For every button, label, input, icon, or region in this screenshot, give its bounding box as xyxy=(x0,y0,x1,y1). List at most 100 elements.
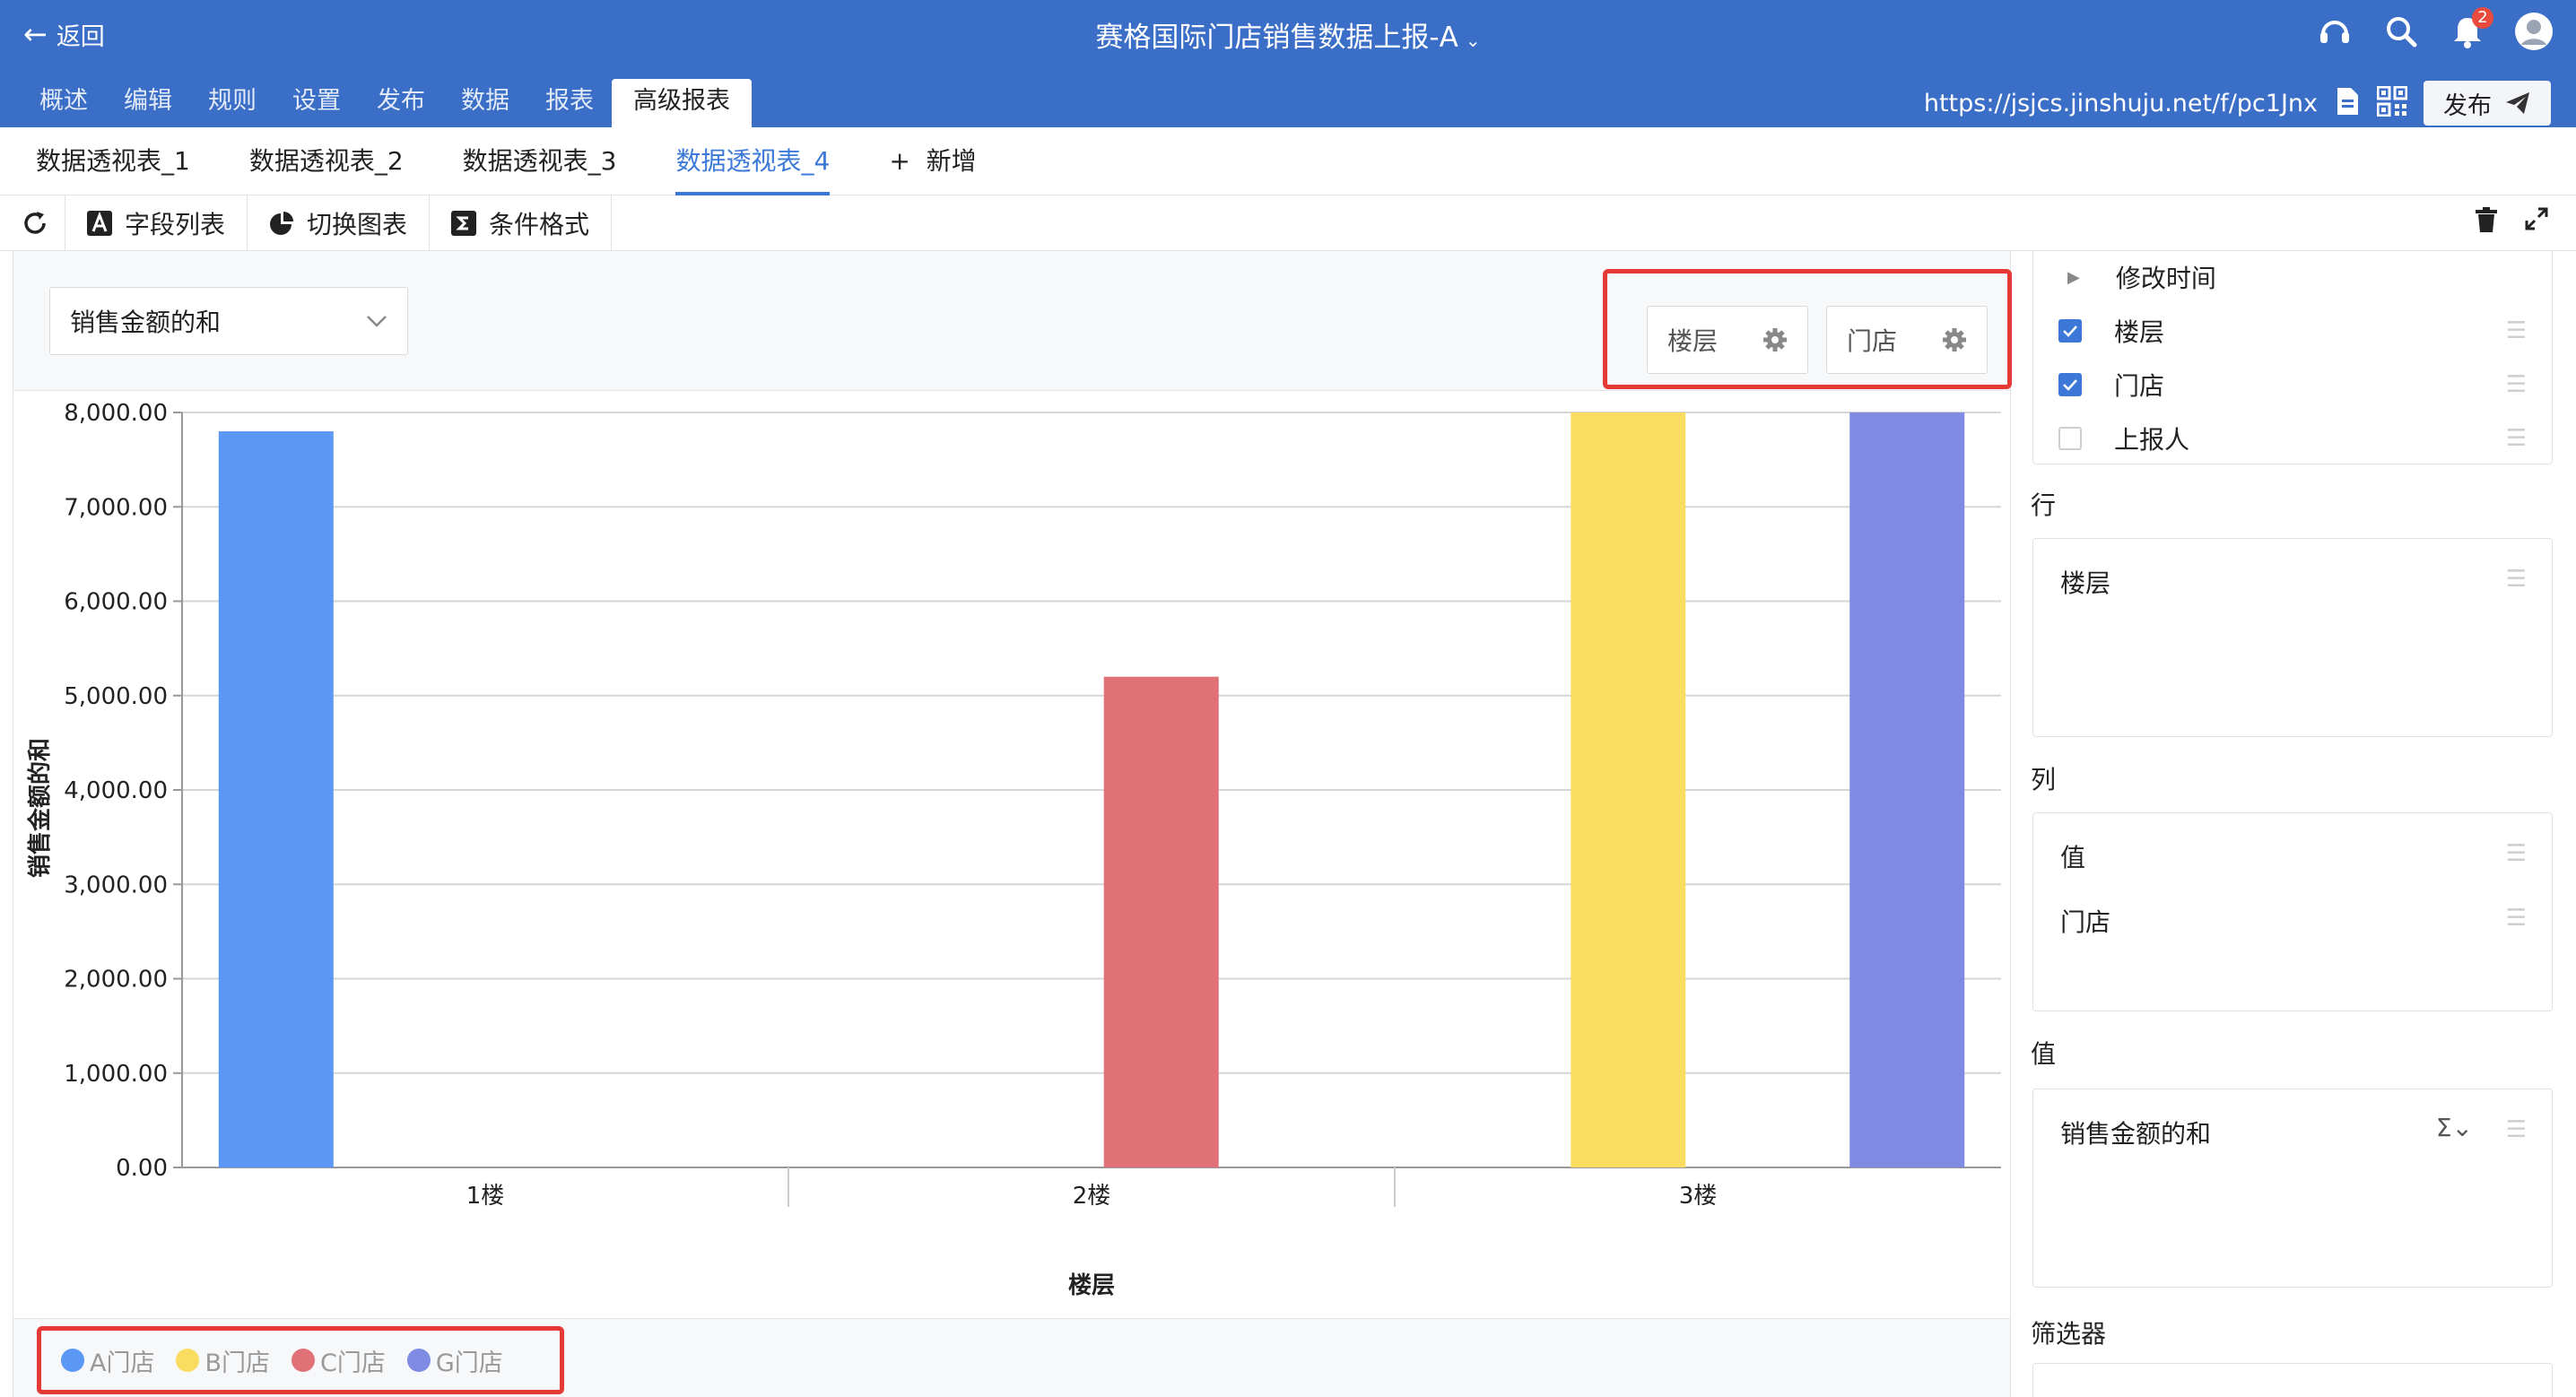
publish-button[interactable]: 发布 xyxy=(2424,81,2551,126)
y-tick-label: 0.00 xyxy=(116,1155,168,1182)
drag-handle-icon[interactable]: ☰ xyxy=(2506,905,2527,932)
fullscreen-expand-icon[interactable] xyxy=(2524,206,2549,237)
chevron-down-icon xyxy=(367,316,387,327)
pivot-toolbar: 字段列表 切换图表 条件格式 xyxy=(0,195,2576,251)
switch-chart-button[interactable]: 切换图表 xyxy=(248,195,431,251)
copy-document-icon[interactable] xyxy=(2334,86,2361,120)
measure-select[interactable]: 销售金额的和 xyxy=(49,287,408,355)
trash-icon[interactable] xyxy=(2474,206,2499,237)
caret-right-icon[interactable]: ▶ xyxy=(2067,268,2080,287)
measure-select-value: 销售金额的和 xyxy=(70,308,222,337)
search-icon[interactable] xyxy=(2380,11,2422,52)
notification-bell-icon[interactable]: 2 xyxy=(2447,7,2493,52)
nav-tab-edit[interactable]: 编辑 xyxy=(106,79,190,127)
drag-handle-icon[interactable]: ☰ xyxy=(2506,371,2527,398)
x-tick-label: 3楼 xyxy=(1679,1183,1718,1210)
drag-handle-icon[interactable]: ☰ xyxy=(2506,425,2527,452)
y-tick-label: 3,000.00 xyxy=(64,872,168,898)
y-tick-label: 2,000.00 xyxy=(64,967,168,994)
rows-item-floor[interactable]: 楼层 xyxy=(2060,564,2110,600)
field-checkbox-floor[interactable] xyxy=(2058,319,2082,343)
add-pivot-button[interactable]: + 新增 xyxy=(889,127,976,195)
pivot-tabs: 数据透视表_1 数据透视表_2 数据透视表_3 数据透视表_4 + 新增 xyxy=(0,127,2576,195)
values-drop-zone[interactable]: 销售金额的和 Σ⌄ ☰ xyxy=(2032,1089,2553,1288)
columns-item-values[interactable]: 值 xyxy=(2060,838,2085,874)
nav-tab-advanced-reports[interactable]: 高级报表 xyxy=(612,79,752,127)
refresh-button[interactable] xyxy=(0,195,65,251)
support-headset-icon[interactable] xyxy=(2314,11,2355,52)
filters-drop-zone[interactable] xyxy=(2032,1363,2553,1397)
nav-tab-rules[interactable]: 规则 xyxy=(190,79,274,127)
legend-item[interactable]: G门店 xyxy=(406,1343,503,1378)
field-item-floor[interactable]: 楼层 ☰ xyxy=(2033,308,2552,353)
top-icons: 2 xyxy=(2314,7,2554,52)
y-tick-label: 4,000.00 xyxy=(64,777,168,804)
y-tick-label: 5,000.00 xyxy=(64,683,168,710)
conditional-format-button[interactable]: 条件格式 xyxy=(430,195,613,251)
dimension-chip-store[interactable]: 门店 xyxy=(1826,306,1988,374)
pivot-tab-1[interactable]: 数据透视表_1 xyxy=(36,127,190,195)
values-item-sales-sum[interactable]: 销售金额的和 xyxy=(2060,1115,2211,1150)
field-checkbox-store[interactable] xyxy=(2058,373,2082,396)
form-url[interactable]: https://jsjcs.jinshuju.net/f/pc1Jnx xyxy=(1924,90,2318,117)
drag-handle-icon[interactable]: ☰ xyxy=(2506,1116,2527,1143)
sum-aggregate-dropdown-icon[interactable]: Σ⌄ xyxy=(2436,1113,2473,1142)
field-item-store[interactable]: 门店 ☰ xyxy=(2033,362,2552,407)
dimension-chip-floor-label: 楼层 xyxy=(1667,326,1719,356)
chart-panel: 销售金额的和 楼层 门店 0.00 1,000.00 2,000.00 3,000.0… xyxy=(13,251,2012,1397)
legend-item[interactable]: C门店 xyxy=(292,1343,386,1378)
chart-legend: A门店 B门店 C门店 G门店 xyxy=(37,1326,564,1394)
bar-G门店-3楼[interactable] xyxy=(1849,412,1965,1167)
bar-C门店-2楼[interactable] xyxy=(1103,676,1219,1167)
rows-drop-zone[interactable]: 楼层 ☰ xyxy=(2032,538,2553,737)
field-label: 修改时间 xyxy=(2115,264,2216,293)
nav-tab-reports[interactable]: 报表 xyxy=(527,79,612,127)
nav-tab-settings[interactable]: 设置 xyxy=(274,79,359,127)
y-tick-label: 1,000.00 xyxy=(64,1061,168,1088)
drag-handle-icon[interactable]: ☰ xyxy=(2506,317,2527,344)
y-axis-ticks: 0.00 1,000.00 2,000.00 3,000.00 4,000.00 5,00… xyxy=(64,400,168,1182)
field-list-button[interactable]: 字段列表 xyxy=(65,195,248,251)
x-tick-label: 1楼 xyxy=(466,1183,505,1210)
qr-code-icon[interactable] xyxy=(2376,85,2408,120)
paper-plane-icon xyxy=(2506,92,2529,114)
nav-tab-publish[interactable]: 发布 xyxy=(359,79,443,127)
legend-item[interactable]: B门店 xyxy=(176,1343,270,1378)
rows-section-title: 行 xyxy=(2031,490,2057,520)
toolbar-right-actions xyxy=(2474,206,2549,237)
form-title-text: 赛格国际门店销售数据上报-A xyxy=(1095,22,1458,54)
main-nav-tabs: 概述 编辑 规则 设置 发布 数据 报表 高级报表 xyxy=(22,79,752,127)
drag-handle-icon[interactable]: ☰ xyxy=(2506,566,2527,593)
nav-tab-overview[interactable]: 概述 xyxy=(22,79,106,127)
legend-bar: A门店 B门店 C门店 G门店 xyxy=(13,1318,2010,1397)
nav-tab-data[interactable]: 数据 xyxy=(443,79,527,127)
switch-chart-label: 切换图表 xyxy=(307,209,408,239)
add-pivot-label: 新增 xyxy=(926,145,977,176)
field-item-modified-time[interactable]: ▶ 修改时间 xyxy=(2033,255,2552,299)
legend-color-dot xyxy=(176,1349,200,1372)
form-title[interactable]: 赛格国际门店销售数据上报-A ⌄ xyxy=(0,14,2576,55)
field-item-reporter[interactable]: 上报人 ☰ xyxy=(2033,416,2552,461)
filters-section-title: 筛选器 xyxy=(2031,1319,2107,1349)
columns-drop-zone[interactable]: 值 ☰ 门店 ☰ xyxy=(2032,812,2553,1011)
user-avatar-icon[interactable] xyxy=(2513,11,2554,52)
dimension-chip-floor[interactable]: 楼层 xyxy=(1647,306,1808,374)
check-icon xyxy=(2063,379,2077,391)
pivot-tab-4[interactable]: 数据透视表_4 xyxy=(675,127,830,195)
pivot-tab-3[interactable]: 数据透视表_3 xyxy=(463,127,617,195)
field-checkbox-reporter[interactable] xyxy=(2058,427,2082,450)
dimension-chips-highlight: 楼层 门店 xyxy=(1603,269,2012,389)
columns-item-store[interactable]: 门店 xyxy=(2060,903,2110,939)
bar-A门店-1楼[interactable] xyxy=(218,431,334,1167)
bar-B门店-3楼[interactable] xyxy=(1571,412,1686,1167)
plus-icon: + xyxy=(889,145,927,176)
gear-icon[interactable] xyxy=(1942,327,1967,352)
drag-handle-icon[interactable]: ☰ xyxy=(2506,840,2527,867)
legend-item[interactable]: A门店 xyxy=(61,1343,154,1378)
legend-label: B门店 xyxy=(205,1349,271,1377)
x-axis-label: 楼层 xyxy=(1068,1272,1115,1299)
legend-color-dot xyxy=(61,1349,84,1372)
gear-icon[interactable] xyxy=(1762,327,1788,352)
values-section-title: 值 xyxy=(2031,1039,2057,1069)
pivot-tab-2[interactable]: 数据透视表_2 xyxy=(249,127,404,195)
